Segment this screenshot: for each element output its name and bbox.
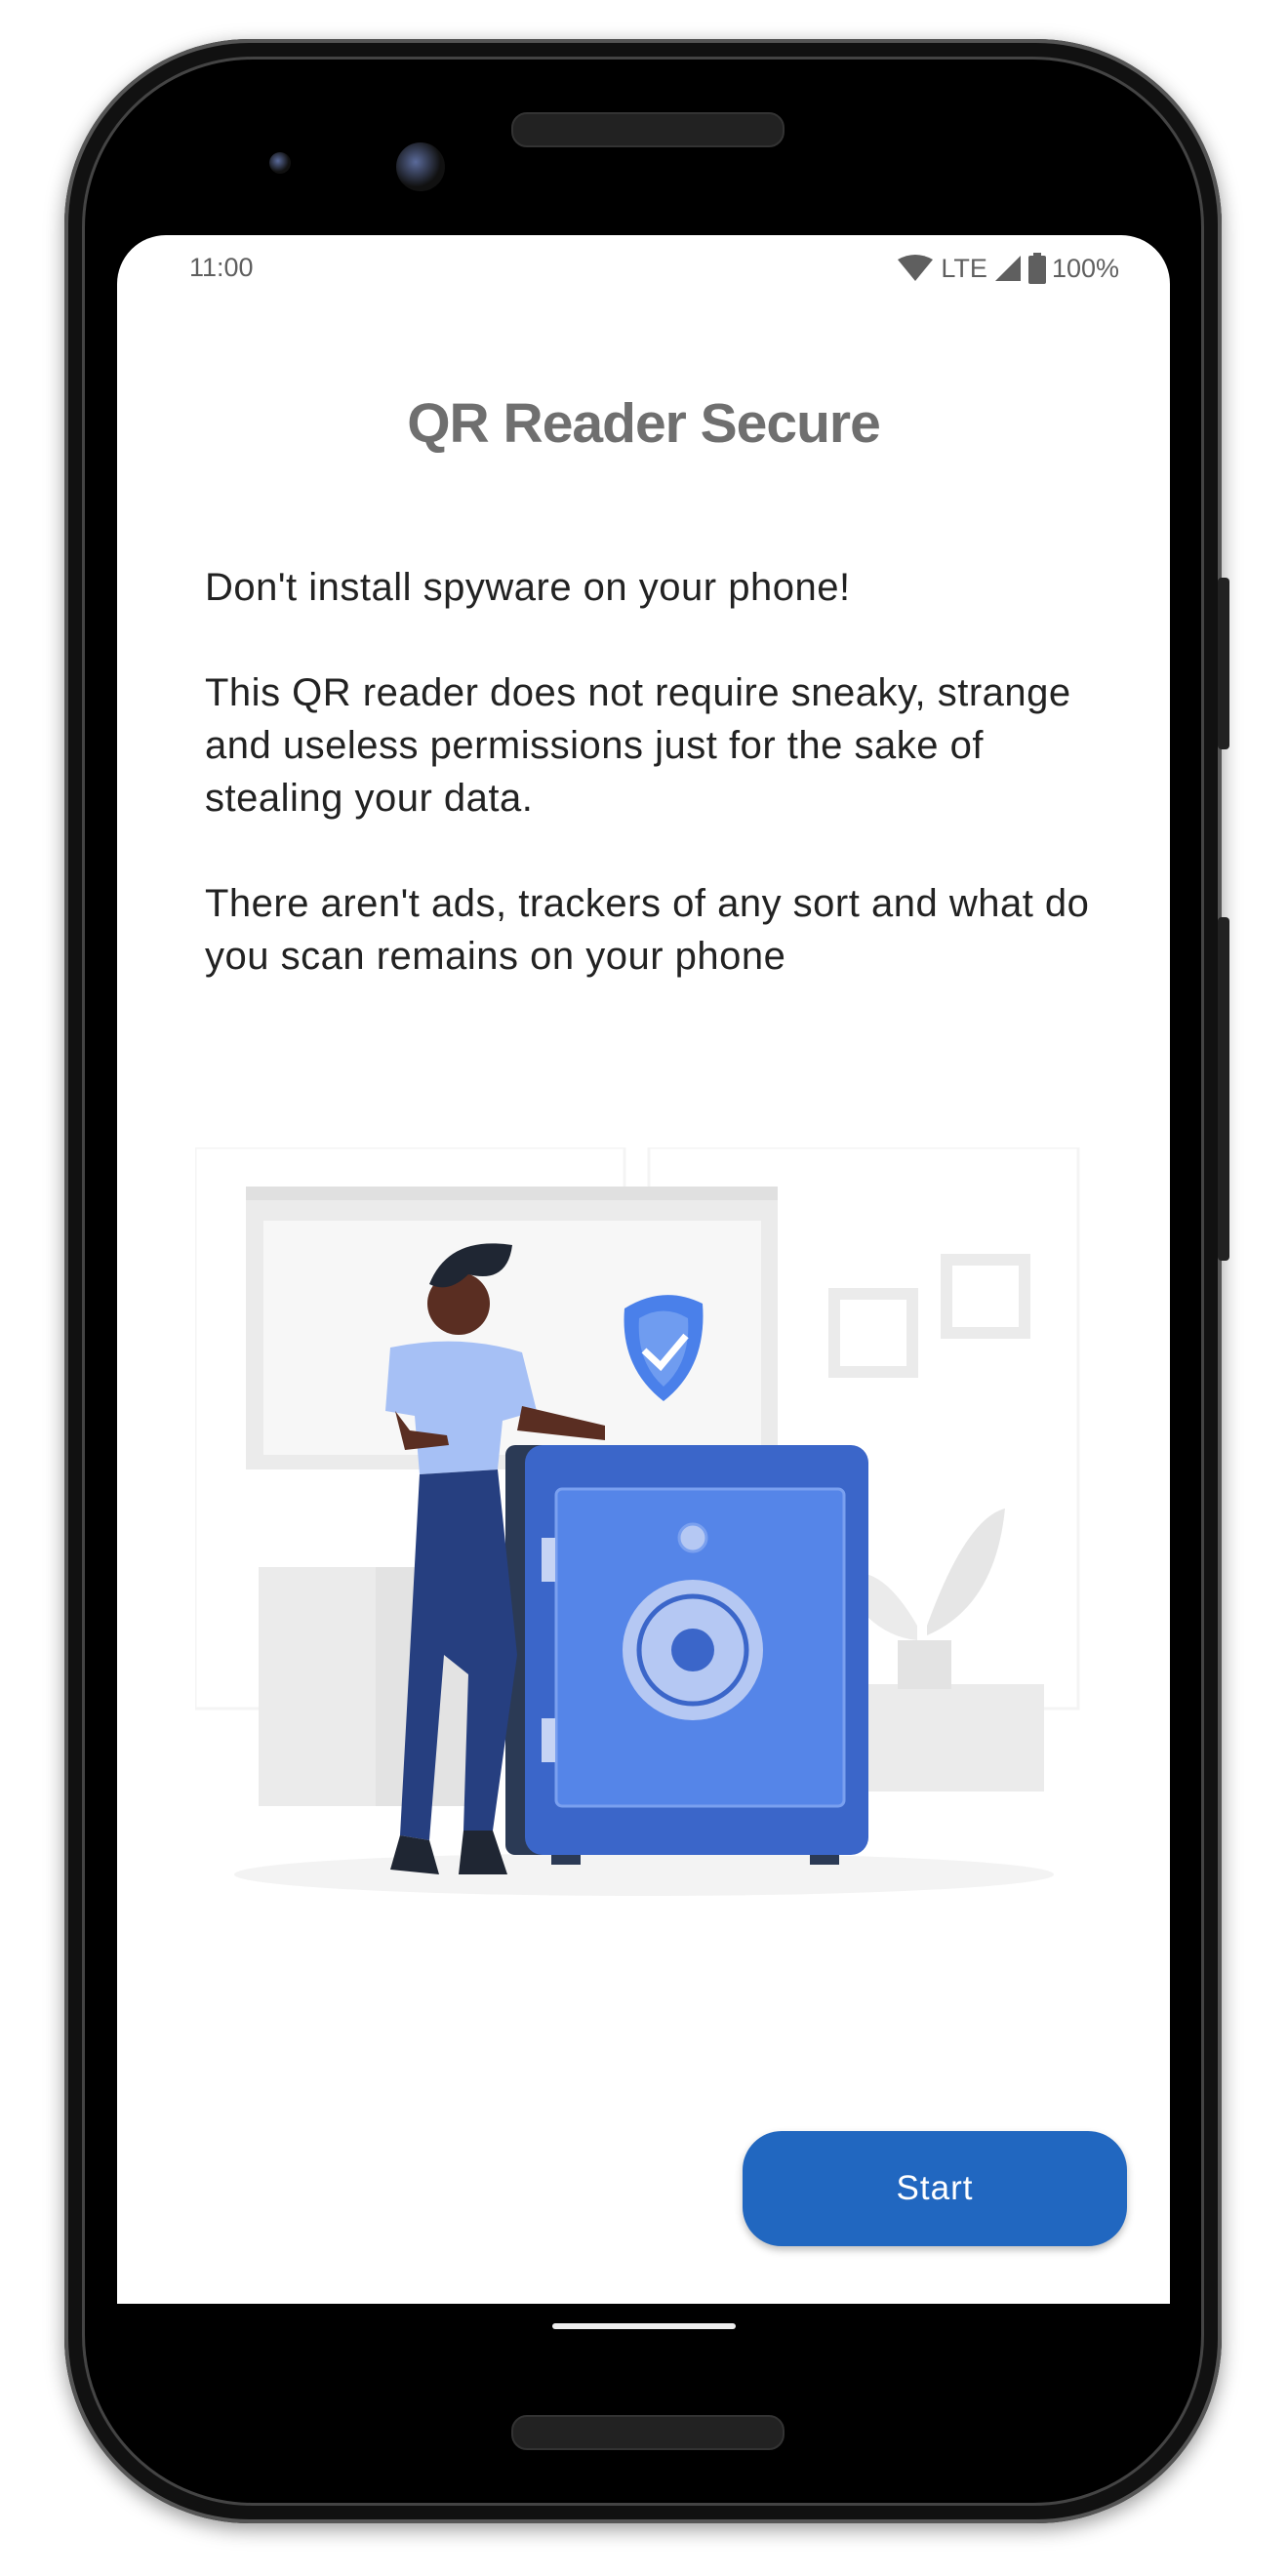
battery-icon [1027, 253, 1046, 284]
front-camera-icon [396, 142, 445, 191]
volume-button [1218, 917, 1229, 1261]
bottom-speaker [511, 2415, 785, 2450]
status-time: 11:00 [189, 253, 254, 282]
battery-percent: 100% [1051, 253, 1119, 283]
page-title: QR Reader Secure [407, 392, 881, 455]
start-button[interactable]: Start [743, 2131, 1127, 2246]
power-button [1218, 578, 1229, 749]
network-type: LTE [941, 253, 987, 283]
front-camera-icon [269, 152, 291, 174]
intro-paragraph: Don't install spyware on your phone! [205, 566, 851, 609]
intro-text: Don't install spyware on your phone! Thi… [205, 561, 1103, 1035]
navigation-bar [117, 2304, 1170, 2382]
intro-paragraph: This QR reader does not require sneaky, … [205, 671, 1071, 820]
intro-paragraph: There aren't ads, trackers of any sort a… [205, 882, 1090, 978]
app-screen: 11:00 LTE 100% QR Reader Secure Don't in… [117, 235, 1170, 2304]
earpiece-speaker [511, 112, 785, 147]
wifi-icon [898, 255, 934, 281]
status-bar: 11:00 LTE 100% [117, 253, 1170, 292]
secure-safe-illustration [195, 1147, 1080, 1896]
signal-icon [994, 256, 1021, 281]
home-gesture-handle[interactable] [552, 2323, 736, 2329]
